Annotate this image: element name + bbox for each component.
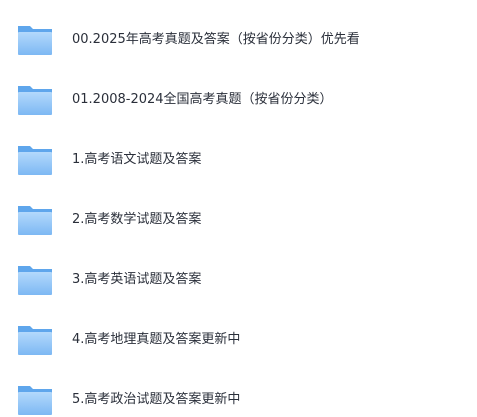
folder-item-math[interactable]: 2.高考数学试题及答案 (0, 200, 477, 240)
folder-label: 4.高考地理真题及答案更新中 (72, 332, 241, 347)
folder-label: 3.高考英语试题及答案 (72, 272, 202, 287)
folder-item-politics[interactable]: 5.高考政治试题及答案更新中 (0, 380, 477, 417)
folder-icon (18, 86, 52, 115)
folder-icon (18, 26, 52, 55)
folder-list: 00.2025年高考真题及答案（按省份分类）优先看 01.2008-2024全国… (0, 0, 477, 417)
folder-item-english[interactable]: 3.高考英语试题及答案 (0, 260, 477, 300)
folder-item-geography[interactable]: 4.高考地理真题及答案更新中 (0, 320, 477, 360)
folder-label: 01.2008-2024全国高考真题（按省份分类） (72, 92, 333, 107)
folder-label: 00.2025年高考真题及答案（按省份分类）优先看 (72, 32, 360, 47)
folder-icon (18, 326, 52, 355)
folder-icon (18, 386, 52, 415)
folder-item-chinese[interactable]: 1.高考语文试题及答案 (0, 140, 477, 180)
folder-label: 1.高考语文试题及答案 (72, 152, 202, 167)
folder-label: 5.高考政治试题及答案更新中 (72, 392, 241, 407)
folder-icon (18, 146, 52, 175)
folder-icon (18, 206, 52, 235)
folder-icon (18, 266, 52, 295)
folder-label: 2.高考数学试题及答案 (72, 212, 202, 227)
folder-item-2008-2024-exams[interactable]: 01.2008-2024全国高考真题（按省份分类） (0, 80, 477, 120)
folder-item-2025-exams[interactable]: 00.2025年高考真题及答案（按省份分类）优先看 (0, 20, 477, 60)
